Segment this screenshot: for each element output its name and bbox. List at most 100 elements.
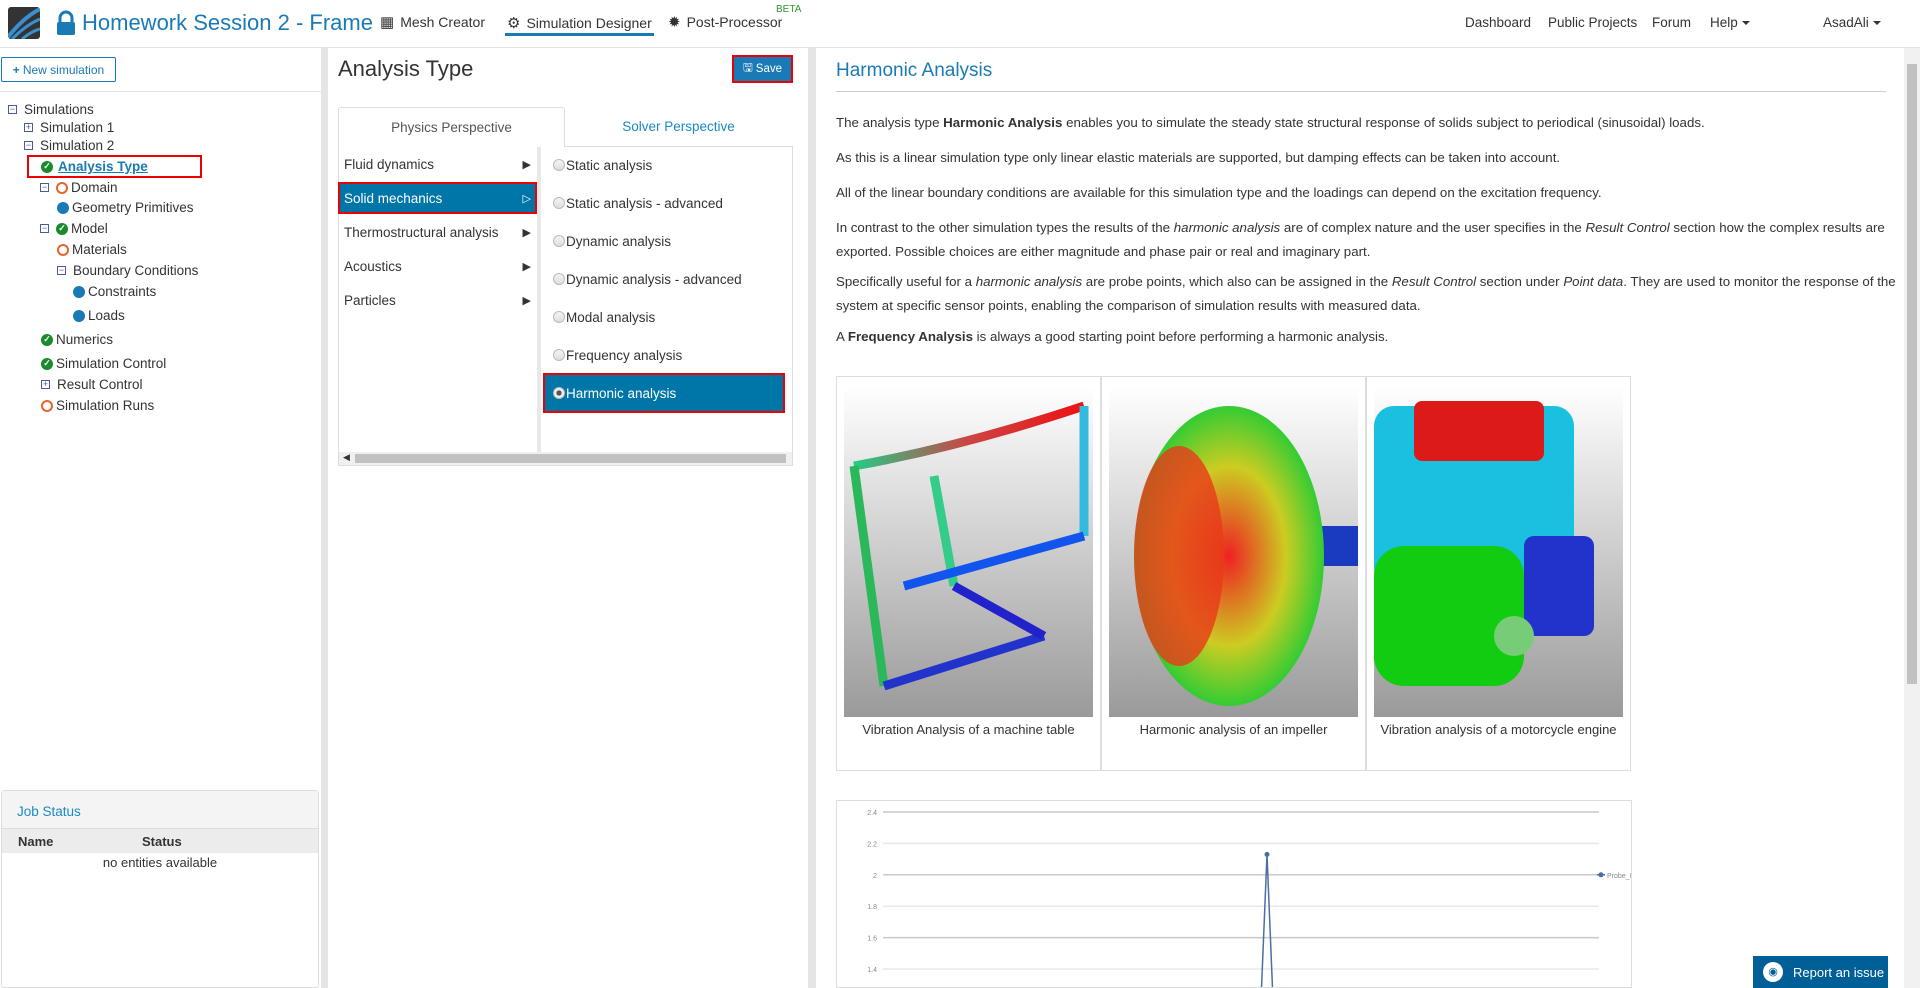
analysis-option[interactable]: Frequency analysis	[543, 337, 785, 373]
tree-item[interactable]: Geometry Primitives	[57, 200, 194, 215]
text-segment: Specifically useful for a	[836, 274, 976, 289]
collapse-icon[interactable]: −	[40, 183, 49, 192]
radio-icon[interactable]	[553, 311, 565, 323]
image-caption: Vibration Analysis of a machine table	[862, 722, 1075, 737]
save-button[interactable]: 🖫 Save	[732, 55, 793, 83]
category-item[interactable]: Particles ▶	[338, 284, 537, 316]
analysis-label: Static analysis - advanced	[566, 195, 723, 211]
analysis-option[interactable]: Modal analysis	[543, 299, 785, 335]
analysis-label: Frequency analysis	[566, 347, 683, 363]
collapse-icon[interactable]: −	[57, 266, 66, 275]
splitter-right[interactable]	[808, 48, 816, 988]
check-circle-icon: ✓	[41, 357, 53, 370]
tree-item[interactable]: − Domain	[40, 180, 118, 195]
category-label: Fluid dynamics	[344, 156, 435, 172]
floppy-icon: 🖫	[742, 61, 753, 74]
tree-item[interactable]: − Boundary Conditions	[57, 263, 198, 278]
tree-item[interactable]: + Simulation 1	[24, 120, 114, 135]
tab-solver-perspective[interactable]: Solver Perspective	[565, 107, 792, 146]
tree-item-label: Simulation 2	[40, 138, 115, 153]
tree-item[interactable]: Constraints	[73, 284, 156, 299]
report-issue-button[interactable]: ◉ Report an issue	[1753, 956, 1888, 988]
legend-label[interactable]: Probe_0	[1607, 873, 1632, 880]
text-segment: Result Control	[1391, 274, 1477, 289]
radio-icon[interactable]	[553, 197, 565, 209]
text-segment: Harmonic Analysis	[943, 115, 1063, 130]
collapse-icon[interactable]: −	[24, 141, 33, 150]
text-segment: harmonic analysis	[975, 274, 1083, 289]
description-paragraph: A Frequency Analysis is always a good st…	[836, 325, 1896, 349]
nav-dashboard[interactable]: Dashboard	[1465, 15, 1531, 30]
category-label: Particles	[344, 292, 396, 308]
tree-item-label: Simulation Runs	[56, 398, 155, 413]
column-splitter[interactable]	[537, 147, 541, 452]
nav-forum[interactable]: Forum	[1652, 15, 1691, 30]
chevron-right-icon: ▶	[522, 294, 531, 307]
text-segment: As this is a linear simulation type only…	[836, 150, 1561, 165]
tree-item[interactable]: Loads	[73, 308, 125, 323]
text-segment: Frequency Analysis	[847, 329, 973, 344]
analysis-option[interactable]: Harmonic analysis	[543, 373, 785, 413]
tree-item[interactable]: + Result Control	[41, 377, 143, 392]
incomplete-circle-icon	[41, 399, 53, 412]
description-paragraph: In contrast to the other simulation type…	[836, 216, 1896, 264]
expand-icon[interactable]: +	[24, 123, 33, 132]
text-segment: Result Control	[1585, 220, 1670, 235]
tab-physics-perspective[interactable]: Physics Perspective	[338, 107, 565, 147]
tree-item-label: Constraints	[88, 284, 157, 299]
horizontal-scrollbar[interactable]: ◀	[339, 452, 792, 465]
cog-icon: ✹	[668, 14, 681, 31]
tree-item[interactable]: Simulation Runs	[41, 398, 154, 413]
tree-item[interactable]: ✓ Numerics	[41, 332, 113, 347]
analysis-option[interactable]: Static analysis	[543, 147, 785, 183]
collapse-icon[interactable]: −	[8, 105, 17, 114]
category-item[interactable]: Fluid dynamics ▶	[338, 148, 537, 180]
vertical-scrollbar[interactable]	[1904, 48, 1920, 988]
y-tick-label: 2	[873, 873, 877, 880]
tree-item[interactable]: − ✓ Model	[40, 221, 108, 236]
divider	[836, 91, 1886, 92]
help-label: Help	[1710, 15, 1738, 30]
scroll-thumb[interactable]	[355, 454, 786, 463]
new-simulation-button[interactable]: + New simulation	[1, 57, 116, 82]
nav-public-projects[interactable]: Public Projects	[1548, 15, 1637, 30]
app-logo[interactable]	[8, 7, 40, 39]
plus-icon: +	[12, 62, 20, 77]
radio-icon[interactable]	[553, 159, 565, 171]
text-segment: The analysis type	[836, 115, 944, 130]
tab-label: Post-Processor	[686, 14, 783, 30]
nav-help[interactable]: Help	[1710, 15, 1750, 30]
radio-icon[interactable]	[553, 273, 565, 285]
splitter-left[interactable]	[321, 48, 328, 988]
tab-post-processor[interactable]: ✹ Post-Processor	[668, 13, 782, 31]
scroll-thumb[interactable]	[1907, 64, 1917, 684]
user-menu[interactable]: AsadAli	[1823, 15, 1881, 30]
description-paragraph: All of the linear boundary conditions ar…	[836, 181, 1896, 205]
scroll-left-icon[interactable]: ◀	[343, 452, 350, 463]
description-paragraph: Specifically useful for a harmonic analy…	[836, 270, 1896, 318]
text-segment: are probe points, which also can be assi…	[1082, 274, 1392, 289]
tree-item[interactable]: Materials	[57, 242, 127, 257]
expand-icon[interactable]: +	[41, 380, 50, 389]
analysis-label: Modal analysis	[566, 309, 656, 325]
analysis-option[interactable]: Static analysis - advanced	[543, 185, 785, 221]
tree-item[interactable]: ✓ Analysis Type	[27, 155, 202, 178]
tree-item[interactable]: ✓ Simulation Control	[41, 356, 166, 371]
grid-icon: ▦	[380, 14, 395, 31]
tree-item[interactable]: − Simulation 2	[24, 138, 114, 153]
tab-mesh-creator[interactable]: ▦ Mesh Creator	[380, 13, 485, 31]
description-paragraph: The analysis type Harmonic Analysis enab…	[836, 111, 1896, 135]
collapse-icon[interactable]: −	[40, 224, 49, 233]
tree-item[interactable]: − Simulations	[8, 102, 94, 117]
category-item[interactable]: Acoustics ▶	[338, 250, 537, 282]
radio-icon[interactable]	[553, 349, 565, 361]
data-point[interactable]	[1264, 851, 1270, 857]
category-item[interactable]: Thermostructural analysis ▶	[338, 216, 537, 248]
analysis-option[interactable]: Dynamic analysis - advanced	[543, 261, 785, 297]
analysis-option[interactable]: Dynamic analysis	[543, 223, 785, 259]
job-status-title: Job Status	[2, 791, 318, 829]
radio-icon[interactable]	[553, 387, 565, 399]
tab-simulation-designer[interactable]: ⚙ Simulation Designer	[505, 13, 654, 36]
radio-icon[interactable]	[553, 235, 565, 247]
category-item[interactable]: Solid mechanics ▷	[338, 182, 537, 214]
